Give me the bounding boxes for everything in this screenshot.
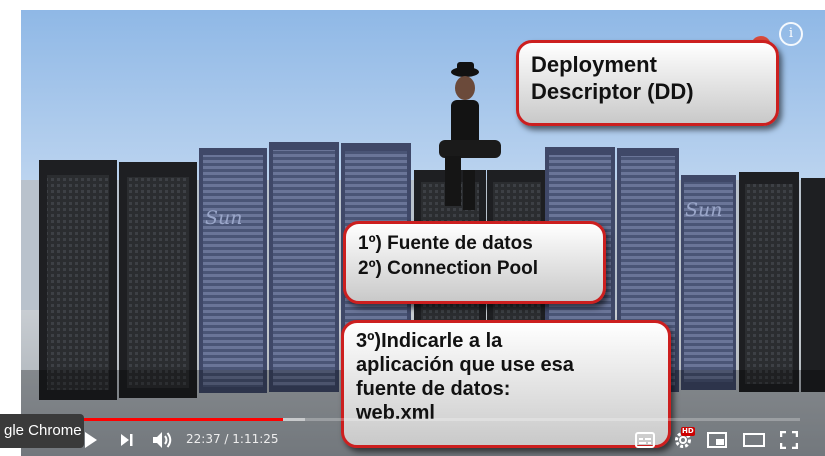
- info-icon[interactable]: i: [779, 22, 803, 46]
- callout-line: web.xml: [356, 402, 435, 424]
- callout-line: 2º) Connection Pool: [358, 258, 539, 279]
- theater-icon[interactable]: [743, 433, 765, 447]
- callout-steps-1-2: 1º) Fuente de datos 2º) Connection Pool: [343, 221, 606, 304]
- rack-logo-right: Sun: [685, 199, 723, 221]
- progress-fill: [61, 418, 283, 421]
- duration: 1:11:25: [232, 432, 279, 446]
- callout-line: Descriptor (DD): [531, 79, 694, 104]
- rack-logo: Sun: [205, 207, 243, 229]
- callout-line: aplicación que use esa: [356, 354, 574, 376]
- callout-step-3: 3º)Indicarle a la aplicación que use esa…: [341, 320, 671, 448]
- volume-icon[interactable]: [152, 431, 174, 449]
- time-separator: /: [220, 432, 233, 446]
- callout-line: 3º)Indicarle a la: [356, 330, 503, 352]
- captions-icon[interactable]: [635, 432, 655, 448]
- callout-line: Deployment: [531, 52, 657, 77]
- callout-deployment-descriptor: Deployment Descriptor (DD): [516, 40, 779, 126]
- time-display: 22:37 / 1:11:25: [186, 432, 279, 446]
- miniplayer-icon[interactable]: [707, 432, 727, 448]
- fullscreen-icon[interactable]: [780, 431, 798, 449]
- progress-bar[interactable]: [61, 418, 800, 421]
- hd-badge: HD: [681, 427, 695, 436]
- callout-line: fuente de datos:: [356, 378, 511, 400]
- taskbar-tooltip: gle Chrome: [0, 414, 84, 448]
- current-time: 22:37: [186, 432, 221, 446]
- play-icon[interactable]: [83, 431, 99, 449]
- next-icon[interactable]: [119, 432, 135, 448]
- settings-button[interactable]: HD: [673, 427, 697, 450]
- video-player[interactable]: Sun Sun i Deployment Descriptor (DD) 1º)…: [21, 10, 825, 456]
- callout-line: 1º) Fuente de datos: [358, 233, 533, 254]
